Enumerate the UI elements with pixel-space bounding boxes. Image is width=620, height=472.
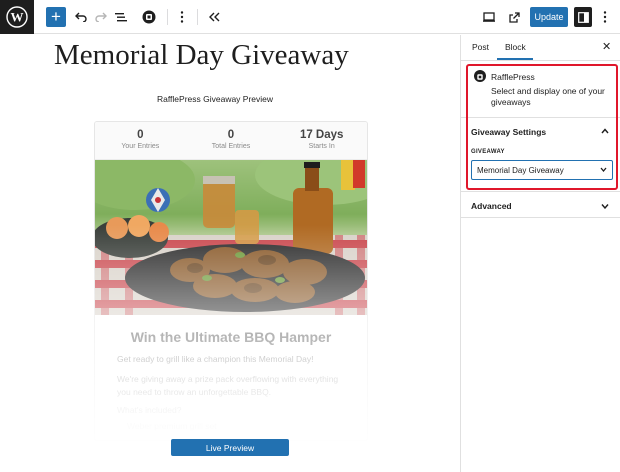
list-view-icon [115,13,127,22]
svg-text:W: W [11,10,24,25]
stat-label: Total Entries [211,143,251,150]
included-heading: What's included? [117,405,182,415]
editor-canvas[interactable]: Memorial Day Giveaway RafflePress Giveaw… [0,35,460,472]
add-block-button[interactable]: + [46,7,66,27]
sidebar-divider [460,191,620,192]
stat-value: 0 [137,129,144,141]
toolbar-separator [197,9,198,25]
settings-sidebar-toggle[interactable] [574,7,592,27]
stat-starts-in: 17 Days Starts In [276,122,367,159]
chevron-down-icon[interactable] [601,201,609,211]
update-button[interactable]: Update [530,7,568,27]
giveaway-intro: Get ready to grill like a champion this … [117,354,314,364]
collapse-icon [208,12,219,22]
wordpress-logo-button[interactable]: W [0,0,34,34]
close-icon: ✕ [602,41,612,53]
bbq-hamper-image [95,160,367,315]
external-view-icon [508,11,520,23]
included-item: Weber premium grill set [127,421,217,431]
desktop-preview-icon [483,12,495,22]
redo-icon [95,12,107,22]
desktop-preview-button[interactable] [481,7,497,27]
active-tab-indicator [497,58,533,60]
sidebar-toggle-icon [577,11,589,23]
giveaway-preview-label: RafflePress Giveaway Preview [156,94,274,104]
kebab-menu-icon [603,11,607,23]
sidebar-tabs: Post Block ✕ [461,35,620,61]
stat-label: Your Entries [121,143,160,150]
more-options-icon [180,11,184,23]
list-view-button[interactable] [113,7,129,27]
live-preview-button[interactable]: Live Preview [171,439,289,456]
redo-button[interactable] [93,7,109,27]
add-block-icon: + [51,7,61,26]
giveaway-stats: 0 Your Entries 0 Total Entries 17 Days S… [95,122,367,160]
close-sidebar-button[interactable]: ✕ [602,40,611,53]
giveaway-details: Win the Ultimate BBQ Hamper Get ready to… [95,329,367,431]
undo-icon [75,12,87,22]
stat-total-entries: 0 Total Entries [186,122,277,159]
view-post-button[interactable] [506,7,522,27]
giveaway-preview-card[interactable]: 0 Your Entries 0 Total Entries 17 Days S… [94,121,368,441]
giveaway-description: We're giving away a prize pack overflowi… [117,374,339,397]
advanced-panel-toggle[interactable]: Advanced [471,201,512,211]
undo-button[interactable] [73,7,89,27]
giveaway-title: Win the Ultimate BBQ Hamper [130,329,332,345]
toolbar-separator [167,9,168,25]
rafflepress-icon [142,10,156,24]
highlight-box [466,64,618,190]
page-title[interactable]: Memorial Day Giveaway [54,39,349,72]
stat-your-entries: 0 Your Entries [95,122,186,159]
stat-value: 17 Days [299,129,344,141]
collapse-button[interactable] [206,7,222,27]
sidebar-divider [460,217,620,218]
wordpress-icon: W [6,6,28,28]
stat-label: Starts In [308,143,335,150]
more-options-button[interactable] [175,7,189,27]
editor-toolbar: W + Update [0,0,620,34]
tab-post[interactable]: Post [472,42,489,52]
stat-value: 0 [227,129,235,141]
options-menu-button[interactable] [599,7,611,27]
tab-block[interactable]: Block [505,42,526,52]
rafflepress-toolbar-button[interactable] [140,7,158,27]
